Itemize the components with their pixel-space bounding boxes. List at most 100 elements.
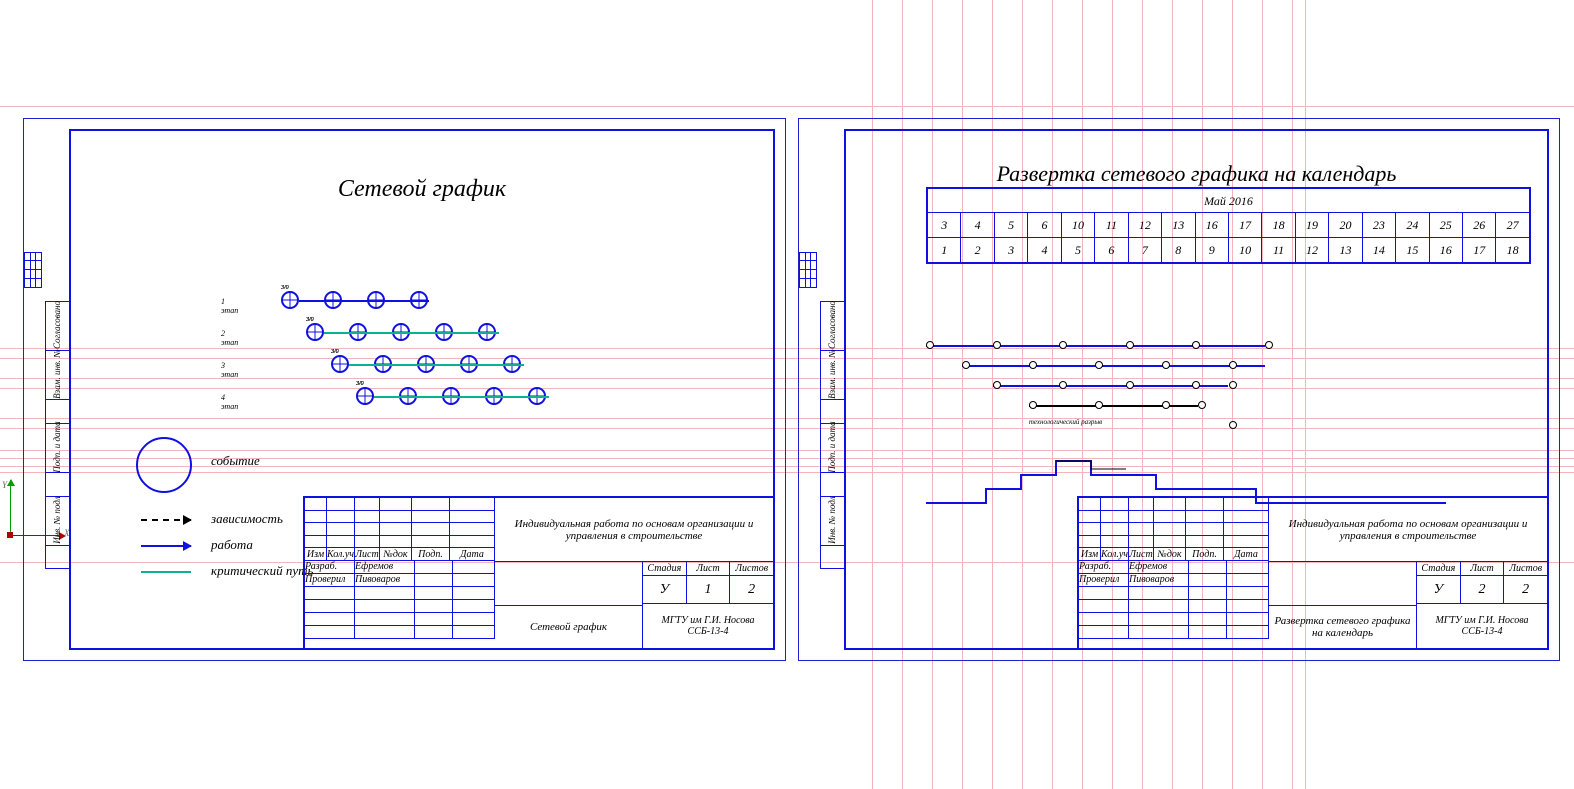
calendar-day: 13 — [1162, 213, 1195, 237]
calendar-step: 9 — [1196, 238, 1229, 262]
tb-org1: МГТУ им Г.И. Носова — [1435, 615, 1528, 626]
calendar-day: 24 — [1396, 213, 1429, 237]
calendar-day: 3 — [928, 213, 961, 237]
calendar-step: 16 — [1430, 238, 1463, 262]
calendar-day: 23 — [1363, 213, 1396, 237]
role-name: Ефремов — [355, 561, 415, 574]
gantt-note: технологический разрыв — [1029, 418, 1102, 426]
role-name: Пивоваров — [355, 574, 415, 587]
legend-critical: критический путь — [211, 563, 313, 579]
sheet1-frame: Согласовано Взам. инв. № Подп. и дата Ин… — [69, 129, 775, 650]
col-kol: Кол.уч — [327, 548, 355, 561]
y-axis-icon — [10, 480, 11, 536]
col-date: Дата — [450, 548, 495, 561]
role-name: Пивоваров — [1129, 574, 1189, 587]
tb-sheets-val: 2 — [1504, 576, 1547, 604]
tb-sheet-val: 1 — [687, 576, 731, 604]
calendar-day: 27 — [1496, 213, 1528, 237]
tb-stage-val: У — [1417, 576, 1461, 604]
dependency-arrow-icon — [141, 519, 191, 521]
y-axis-label: Y — [2, 480, 7, 490]
col-sign: Подп. — [412, 548, 450, 561]
titleblock-2: Изм Кол.уч Лист №док Подп. Дата Разраб.Е… — [1077, 496, 1547, 648]
tb-sheets-val: 2 — [730, 576, 773, 604]
col-kol: Кол.уч — [1101, 548, 1129, 561]
tb-sheet-label: Лист — [687, 562, 731, 576]
calendar-day: 5 — [995, 213, 1028, 237]
tb-stage-label: Стадия — [1417, 562, 1461, 576]
side-mini-grid — [24, 252, 42, 288]
role-label: Разраб. — [305, 561, 355, 574]
tb-org1: МГТУ им Г.И. Носова — [661, 615, 754, 626]
calendar-day: 4 — [961, 213, 994, 237]
calendar-step: 3 — [995, 238, 1028, 262]
calendar-step: 14 — [1363, 238, 1396, 262]
sheet1-title: Сетевой график — [71, 176, 773, 203]
role-label: Проверил — [305, 574, 355, 587]
calendar-day: 17 — [1229, 213, 1262, 237]
calendar-day: 12 — [1129, 213, 1162, 237]
col-izm: Изм — [1079, 548, 1101, 561]
tb-sheet-val: 2 — [1461, 576, 1505, 604]
calendar-step: 2 — [961, 238, 994, 262]
tb-project: Индивидуальная работа по основам организ… — [1269, 498, 1547, 562]
col-doc: №док — [380, 548, 412, 561]
calendar-day: 6 — [1028, 213, 1061, 237]
calendar-day: 18 — [1262, 213, 1295, 237]
tb-org2: ССБ‑13‑4 — [1462, 626, 1503, 637]
calendar-month: Май 2016 — [928, 189, 1529, 213]
col-list: Лист — [1129, 548, 1154, 561]
col-izm: Изм — [305, 548, 327, 561]
calendar-step: 18 — [1496, 238, 1528, 262]
calendar-day: 16 — [1196, 213, 1229, 237]
col-sign: Подп. — [1186, 548, 1224, 561]
tb-stage-val: У — [643, 576, 687, 604]
tb-sheets-label: Листов — [1504, 562, 1547, 576]
row-label: 3 этап — [221, 361, 238, 379]
calendar-days-row: 34561011121316171819202324252627 — [928, 213, 1529, 238]
tb-stage-label: Стадия — [643, 562, 687, 576]
side-mini-grid — [799, 252, 817, 288]
calendar-step: 5 — [1062, 238, 1095, 262]
tb-subtitle: Сетевой график — [495, 606, 642, 649]
col-list: Лист — [355, 548, 380, 561]
resource-step — [926, 431, 1456, 506]
event-circle-icon — [136, 437, 192, 493]
calendar-step: 13 — [1329, 238, 1362, 262]
titleblock-1: Изм Кол.уч Лист №док Подп. Дата Разраб.Е… — [303, 496, 773, 648]
role-label: Проверил — [1079, 574, 1129, 587]
role-name: Ефремов — [1129, 561, 1189, 574]
tb-project: Индивидуальная работа по основам организ… — [495, 498, 773, 562]
role-label: Разраб. — [1079, 561, 1129, 574]
calendar-day: 26 — [1463, 213, 1496, 237]
sheet2-title: Развертка сетевого графика на календарь — [846, 161, 1547, 187]
calendar-step: 6 — [1095, 238, 1128, 262]
calendar-step: 10 — [1229, 238, 1262, 262]
sheet-1[interactable]: Согласовано Взам. инв. № Подп. и дата Ин… — [23, 118, 786, 661]
calendar-step: 4 — [1028, 238, 1061, 262]
side-stamp: Согласовано Взам. инв. № Подп. и дата Ин… — [45, 301, 70, 644]
calendar-grid: Май 2016 3456101112131617181920232425262… — [926, 187, 1531, 264]
calendar-day: 10 — [1062, 213, 1095, 237]
row-label: 4 этап — [221, 393, 238, 411]
calendar-step: 11 — [1262, 238, 1295, 262]
sheet2-frame: Согласовано Взам. инв. № Подп. и дата Ин… — [844, 129, 1549, 650]
row-label: 2 этап — [221, 329, 238, 347]
calendar-step: 15 — [1396, 238, 1429, 262]
col-doc: №док — [1154, 548, 1186, 561]
tb-org2: ССБ‑13‑4 — [688, 626, 729, 637]
calendar-day: 25 — [1430, 213, 1463, 237]
sheet-2[interactable]: Согласовано Взам. инв. № Подп. и дата Ин… — [798, 118, 1560, 661]
calendar-day: 11 — [1095, 213, 1128, 237]
calendar-step: 7 — [1129, 238, 1162, 262]
row-label: 1 этап — [221, 297, 238, 315]
col-date: Дата — [1224, 548, 1269, 561]
calendar-day: 19 — [1296, 213, 1329, 237]
tb-sheet-label: Лист — [1461, 562, 1505, 576]
calendar-steps-row: 123456789101112131415161718 — [928, 238, 1529, 262]
legend-dependency: зависимость — [211, 511, 283, 527]
tb-sheets-label: Листов — [730, 562, 773, 576]
legend-event: событие — [211, 453, 260, 469]
origin-marker-icon — [7, 532, 13, 538]
drawing-canvas[interactable]: Согласовано Взам. инв. № Подп. и дата Ин… — [23, 118, 1560, 663]
